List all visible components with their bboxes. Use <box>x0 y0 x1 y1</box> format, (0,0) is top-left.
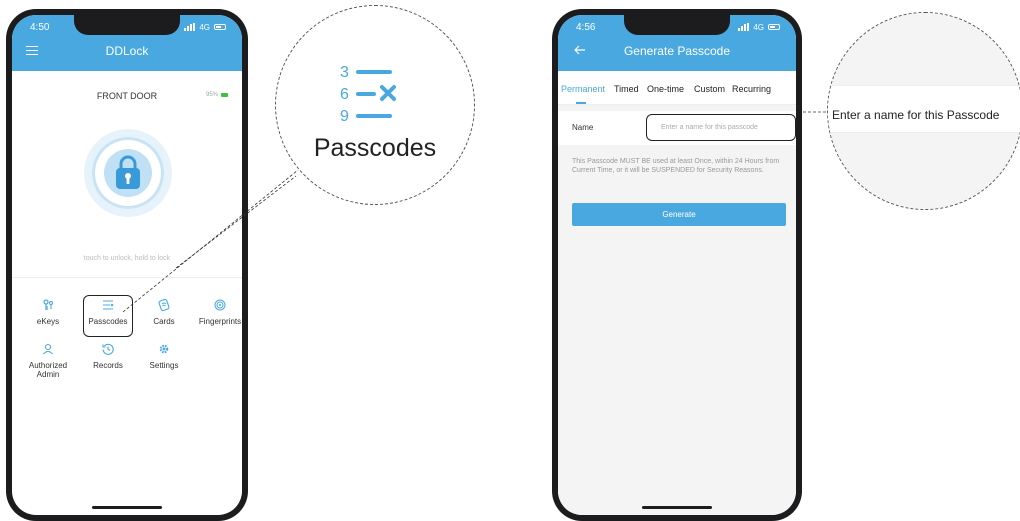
signal-icon <box>738 23 750 31</box>
digit-6: 6 <box>340 86 349 103</box>
tab-one-time[interactable]: One-time <box>647 84 684 94</box>
page-title: Generate Passcode <box>623 44 731 58</box>
callout-line-passcodes <box>122 169 299 313</box>
digit-3: 3 <box>340 64 349 81</box>
form-area: Name Enter a name for this passcode This… <box>558 105 796 515</box>
tab-permanent[interactable]: Permanent <box>561 84 605 94</box>
home-indicator <box>642 506 712 509</box>
passcode-list-icon-large: 3 6 9 <box>340 64 396 125</box>
zoom-passcodes-label: Passcodes <box>313 134 437 162</box>
status-indicators: 4G <box>184 23 226 32</box>
digit-9: 9 <box>340 108 349 125</box>
name-row: Name Enter a name for this passcode <box>558 111 796 145</box>
phone-notch <box>74 15 180 35</box>
tab-timed[interactable]: Timed <box>614 84 639 94</box>
status-time: 4:56 <box>576 21 596 33</box>
phone-notch <box>624 15 730 35</box>
active-tab-indicator <box>576 102 586 104</box>
battery-icon <box>214 24 226 30</box>
callout-line-passcodes-2 <box>175 175 297 269</box>
status-indicators: 4G <box>738 23 780 32</box>
network-label: 4G <box>753 22 764 32</box>
zoom-field-placeholder: Enter a name for this Passcode <box>832 108 1000 122</box>
phone-generate-passcode: 4:56 4G Generate Passcode Permanent Time… <box>552 9 802 521</box>
generate-button[interactable]: Generate <box>572 203 786 226</box>
tab-recurring[interactable]: Recurring <box>732 84 771 94</box>
tab-custom[interactable]: Custom <box>694 84 725 94</box>
zoom-callout-name-field: Enter a name for this Passcode <box>827 12 1020 210</box>
zoom-callout-passcodes: 3 6 9 Passcodes <box>275 5 475 205</box>
name-label: Name <box>572 123 594 132</box>
passcode-type-tabs: Permanent Timed One-time Custom Recurrin… <box>558 71 796 105</box>
signal-icon <box>184 23 196 31</box>
usage-notice: This Passcode MUST BE used at least Once… <box>572 158 780 175</box>
network-label: 4G <box>199 22 210 32</box>
passcode-name-input[interactable]: Enter a name for this passcode <box>646 114 796 141</box>
app-screen-generate: 4:56 4G Generate Passcode Permanent Time… <box>558 15 796 515</box>
battery-icon <box>768 24 780 30</box>
status-time: 4:50 <box>30 21 50 33</box>
